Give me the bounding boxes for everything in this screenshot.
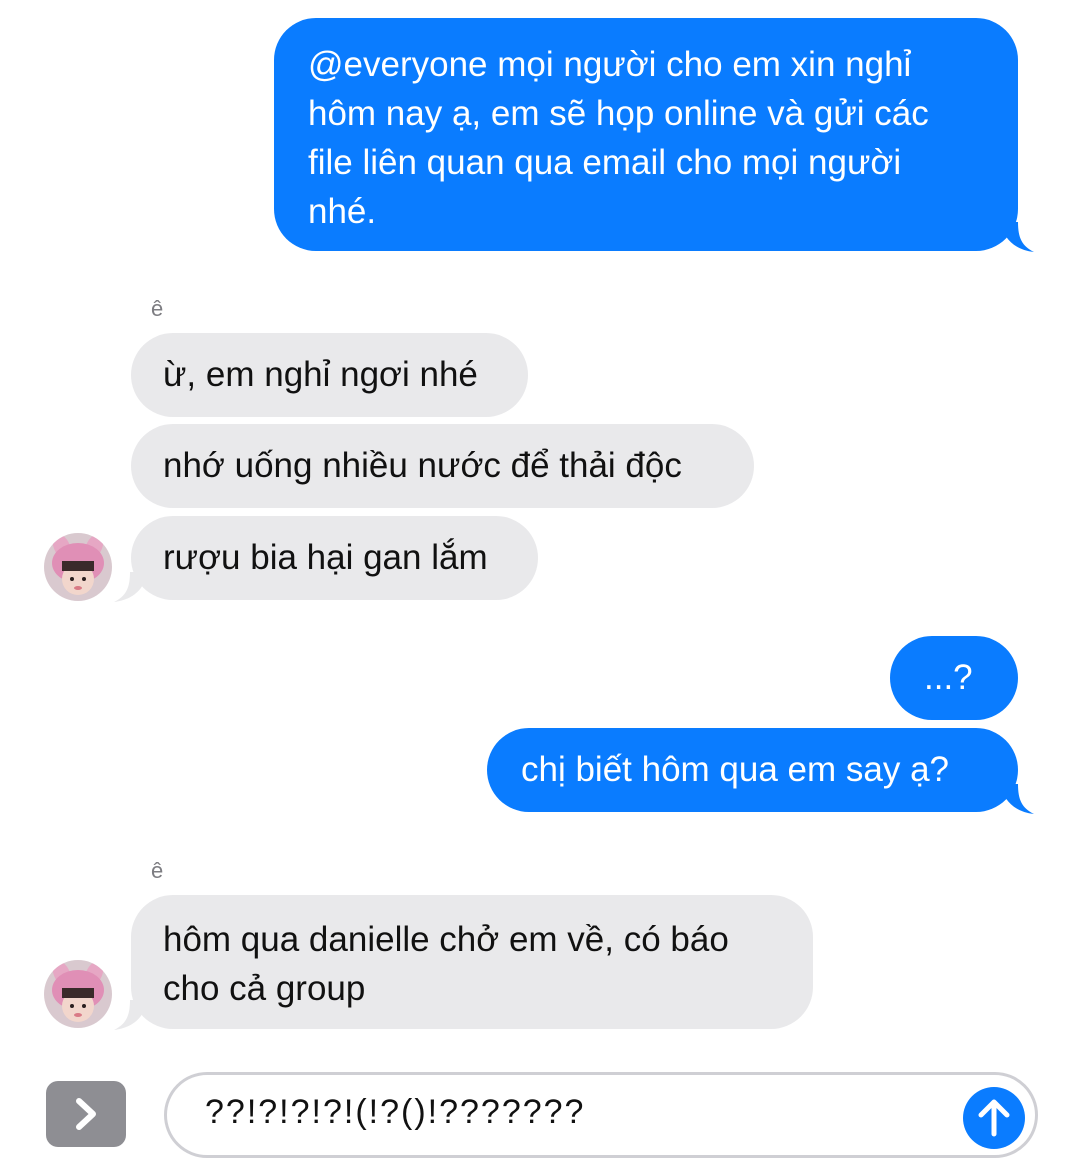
message-text: rượu bia hại gan lắm [163,538,488,577]
message-line: @everyone mọi người cho em xin nghỉ [308,45,912,84]
sender-name: ê [151,858,164,883]
outgoing-message-bubble[interactable]: ...? [890,636,1018,720]
outgoing-message-bubble[interactable]: chị biết hôm qua em say ạ? [487,728,1018,812]
message-line: nhé. [308,192,377,231]
bubble-tail-icon [1000,222,1034,252]
avatar-image [44,960,112,1028]
message-line: cho cả group [163,969,366,1008]
message-text: nhớ uống nhiều nước để thải độc [163,446,682,485]
contact-avatar[interactable] [44,960,112,1028]
sender-name: ê [151,296,164,321]
message-text: ...? [924,658,973,697]
message-text: chị biết hôm qua em say ạ? [521,750,950,789]
message-input-text[interactable]: ??!?!?!?!(!?()!??????? [205,1093,585,1132]
message-line: hôm nay ạ, em sẽ họp online và gửi các [308,94,929,133]
message-text: ừ, em nghỉ ngơi nhé [163,355,478,394]
incoming-message-bubble[interactable]: nhớ uống nhiều nước để thải độc [131,424,754,508]
bubble-tail-icon [114,1000,148,1030]
message-line: file liên quan qua email cho mọi người [308,143,902,182]
incoming-message-bubble[interactable]: rượu bia hại gan lắm [131,516,538,600]
arrow-up-icon [978,1099,1010,1137]
contact-avatar[interactable] [44,533,112,601]
bubble-tail-icon [114,572,148,602]
send-button[interactable] [963,1087,1025,1149]
message-line: hôm qua danielle chở em về, có báo [163,920,729,959]
avatar-image [44,533,112,601]
incoming-message-bubble[interactable]: ừ, em nghỉ ngơi nhé [131,333,528,417]
outgoing-message-bubble[interactable]: @everyone mọi người cho em xin nghỉ hôm … [274,18,1018,251]
message-input[interactable]: ??!?!?!?!(!?()!??????? [164,1072,1038,1158]
chevron-right-icon [76,1098,96,1130]
incoming-message-bubble[interactable]: hôm qua danielle chở em về, có báo cho c… [131,895,813,1029]
bubble-tail-icon [1000,784,1034,814]
expand-toolbar-button[interactable] [46,1081,126,1147]
